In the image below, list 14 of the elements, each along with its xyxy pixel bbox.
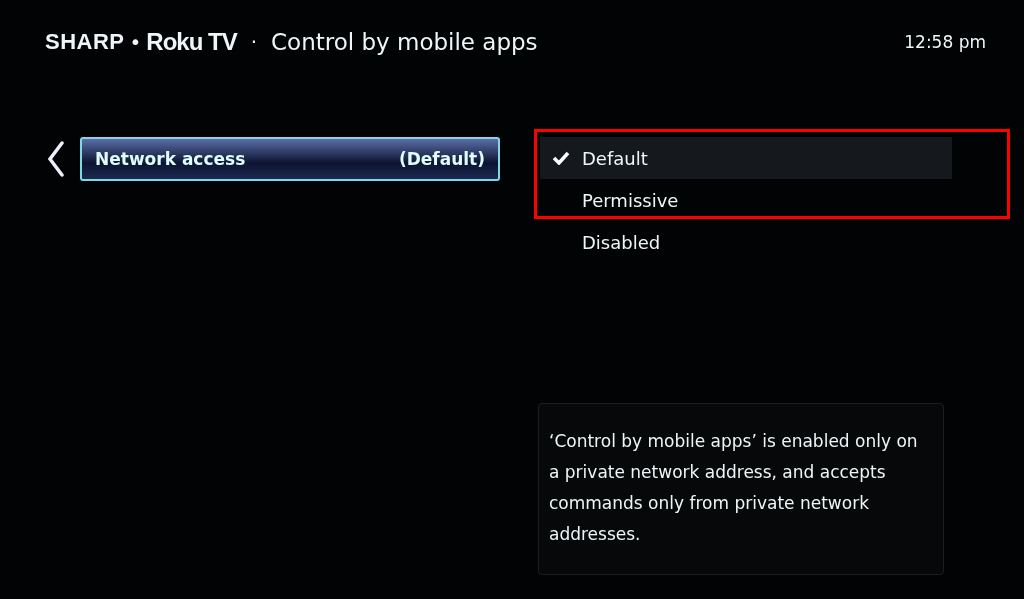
page-title: Control by mobile apps <box>271 29 539 55</box>
option-item[interactable]: Default <box>540 137 952 179</box>
info-panel: ‘Control by mobile apps’ is enabled only on a private network address, and accepts commands only from private network addresses. <box>538 403 944 575</box>
menu-item[interactable]: Network access (Default) <box>80 137 500 181</box>
option-item[interactable]: Disabled <box>540 221 952 263</box>
back-icon[interactable] <box>46 141 66 177</box>
brand-logo: SHARP <box>45 29 125 55</box>
option-item[interactable]: Permissive <box>540 179 952 221</box>
brand-logo: Roku TV <box>146 28 237 56</box>
brand-separator: • <box>129 30 142 54</box>
title-separator: · <box>250 30 257 54</box>
menu-item-value: (Default) <box>398 149 485 169</box>
clock-time: 12:58 pm <box>904 32 986 52</box>
menu-item-label: Network access <box>95 149 246 169</box>
